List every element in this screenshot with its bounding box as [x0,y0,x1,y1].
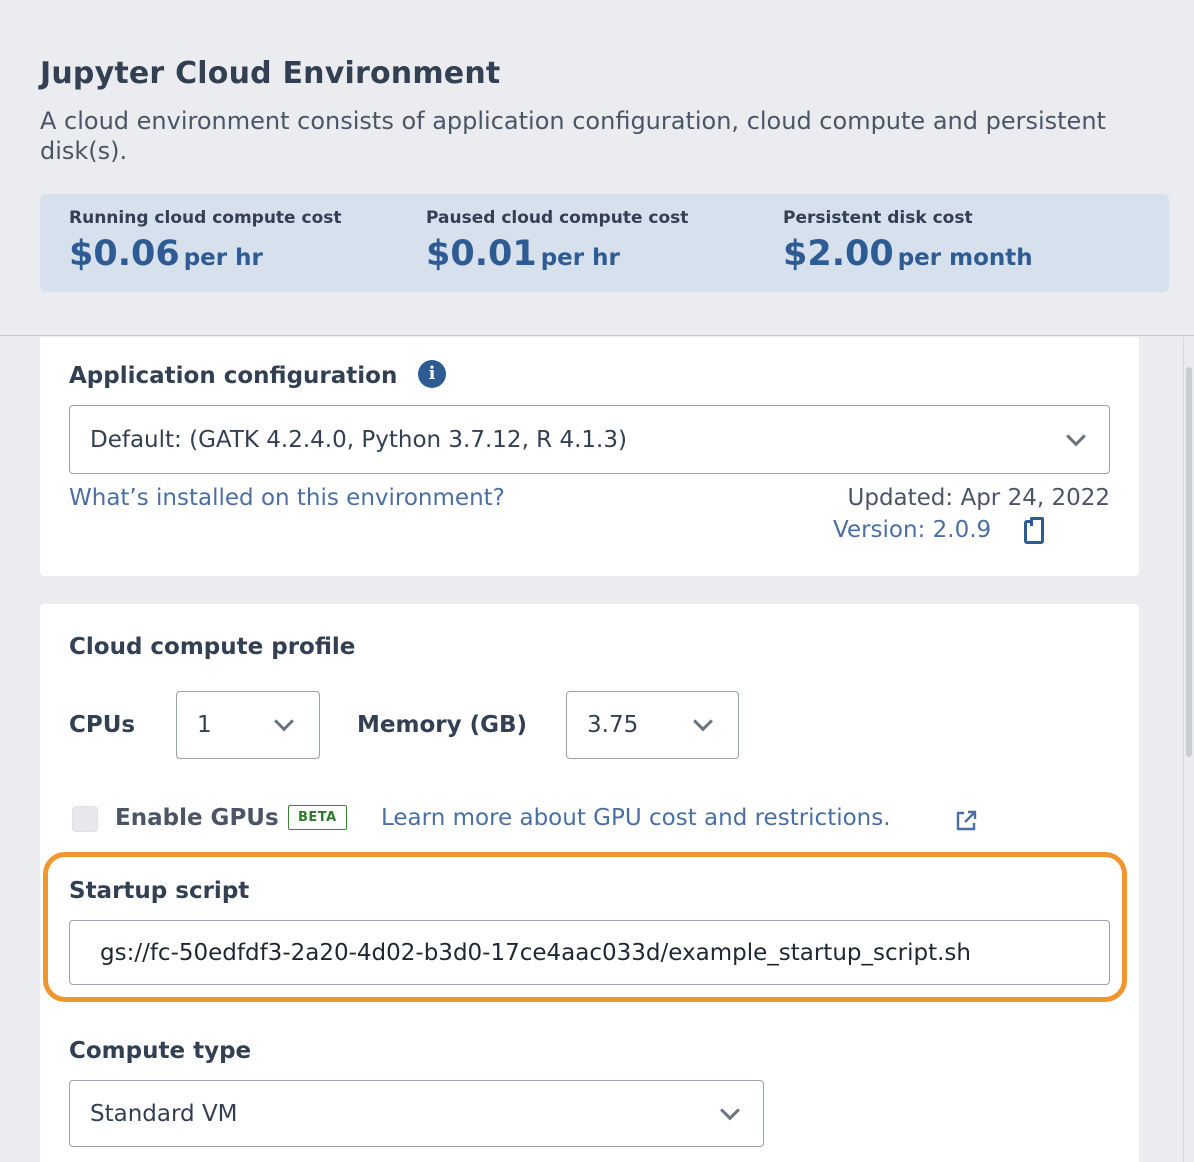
whats-installed-link[interactable]: What’s installed on this environment? [69,485,505,511]
cloud-compute-profile-label: Cloud compute profile [69,634,356,660]
environment-header: Jupyter Cloud Environment A cloud enviro… [0,0,1194,336]
info-icon[interactable]: i [418,360,446,388]
application-configuration-label: Application configuration [69,363,398,389]
chevron-down-icon [1066,426,1086,446]
scrollbar[interactable] [1183,337,1194,1162]
cost-amount: $2.00 [783,234,894,274]
clipboard-icon[interactable] [1024,517,1044,544]
running-cost: Running cloud compute cost $0.06 per hr [69,208,342,274]
application-configuration-value: Default: (GATK 4.2.4.0, Python 3.7.12, R… [90,426,627,453]
gpu-learn-more-link[interactable]: Learn more about GPU cost and restrictio… [381,805,891,831]
application-configuration-select[interactable]: Default: (GATK 4.2.4.0, Python 3.7.12, R… [69,405,1110,474]
scrollbar-thumb[interactable] [1186,367,1192,757]
startup-script-highlight [43,852,1127,1002]
memory-select[interactable]: 3.75 [566,691,739,759]
chevron-down-icon [720,1100,740,1120]
cost-amount: $0.06 [69,234,180,274]
application-configuration-panel: Application configuration i Default: (GA… [40,337,1139,576]
external-link-icon[interactable] [954,809,978,833]
chevron-down-icon [274,711,294,732]
memory-value: 3.75 [587,712,639,738]
memory-label: Memory (GB) [357,712,528,738]
cost-label: Persistent disk cost [783,208,973,228]
cpus-value: 1 [197,712,212,738]
page-subtitle: A cloud environment consists of applicat… [40,107,1106,165]
cost-unit: per month [897,245,1033,271]
updated-date: Updated: Apr 24, 2022 [847,485,1110,511]
compute-type-label: Compute type [69,1038,252,1064]
cost-unit: per hr [540,245,620,271]
cost-label: Running cloud compute cost [69,208,342,228]
cost-unit: per hr [183,245,263,271]
cost-summary: Running cloud compute cost $0.06 per hr P… [40,194,1169,292]
enable-gpus-checkbox[interactable] [72,806,98,832]
cost-label: Paused cloud compute cost [426,208,689,228]
paused-cost: Paused cloud compute cost $0.01 per hr [426,208,688,274]
cpus-label: CPUs [69,712,136,738]
persistent-disk-cost: Persistent disk cost $2.00 per month [783,208,1033,274]
page-title: Jupyter Cloud Environment [40,56,501,91]
cost-amount: $0.01 [426,234,537,274]
version-text: Version: 2.0.9 [833,517,992,543]
cpus-select[interactable]: 1 [176,691,320,759]
compute-type-select[interactable]: Standard VM [69,1080,764,1147]
chevron-down-icon [693,711,713,732]
enable-gpus-label: Enable GPUs [115,805,279,831]
beta-badge: BETA [288,805,347,830]
compute-type-value: Standard VM [90,1100,238,1127]
